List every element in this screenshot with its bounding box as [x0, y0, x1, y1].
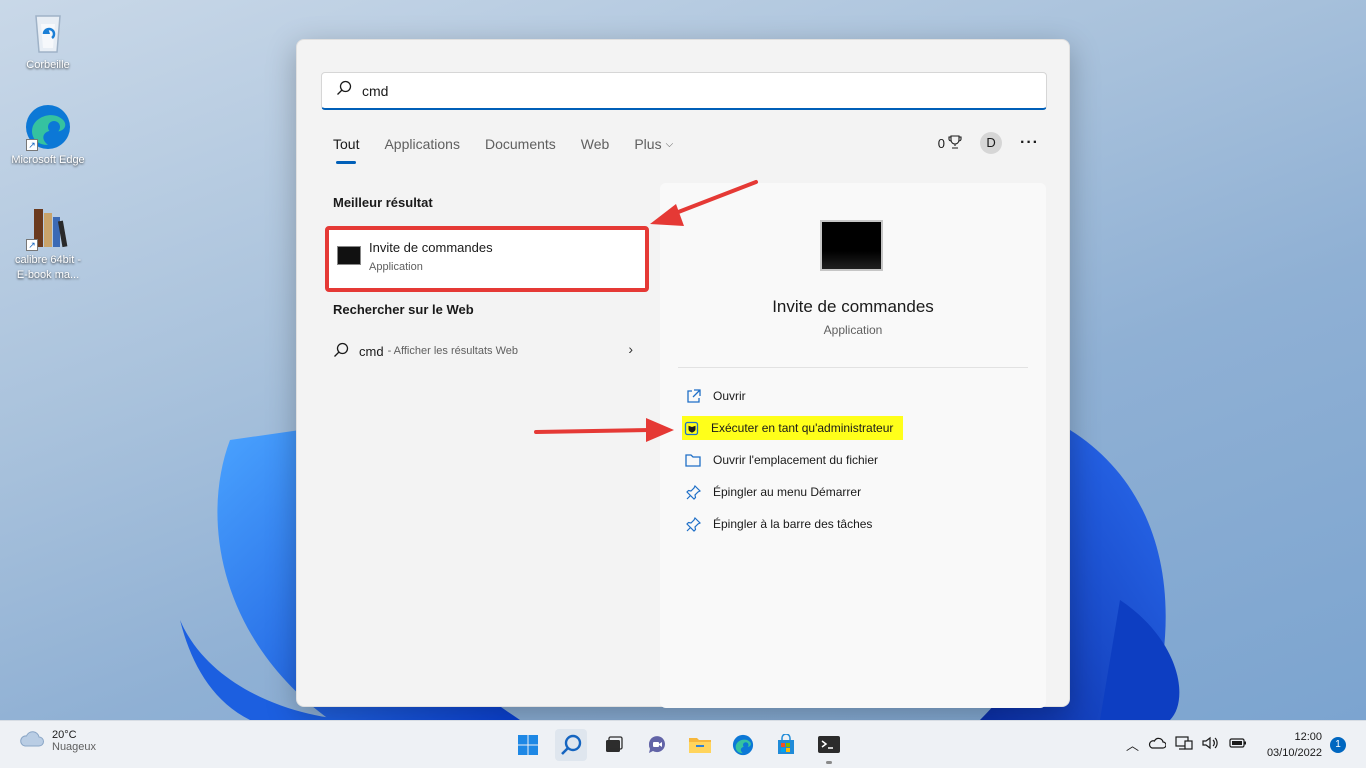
avatar[interactable]: D	[980, 132, 1003, 154]
windows-logo-icon	[518, 735, 538, 755]
action-label: Exécuter en tant qu'administrateur	[711, 421, 894, 435]
search-box[interactable]	[321, 72, 1047, 110]
trophy-icon	[948, 134, 962, 152]
search-icon	[561, 734, 582, 755]
cloud-icon	[18, 730, 44, 753]
folder-icon	[684, 451, 702, 469]
action-pin-to-start[interactable]: Épingler au menu Démarrer	[684, 480, 861, 504]
desktop-icon-label: Corbeille	[26, 59, 70, 71]
search-tabs: Tout Applications Documents Web Plus ⌵	[333, 136, 698, 164]
web-search-result[interactable]: cmd - Afficher les résultats Web ›	[333, 337, 633, 365]
tab-tout[interactable]: Tout	[333, 136, 359, 164]
desktop-icon-label: calibre 64bit -	[14, 254, 82, 266]
tab-web[interactable]: Web	[581, 136, 610, 160]
action-open-file-location[interactable]: Ouvrir l'emplacement du fichier	[684, 448, 878, 472]
volume-icon[interactable]	[1202, 736, 1220, 753]
chevron-down-icon: ⌵	[665, 139, 674, 150]
action-label: Épingler à la barre des tâches	[713, 517, 873, 531]
desktop-icon-label: Microsoft Edge	[11, 154, 85, 166]
start-button[interactable]	[512, 729, 544, 761]
command-prompt-icon	[337, 246, 361, 265]
command-prompt-large-icon	[820, 220, 883, 271]
file-explorer-button[interactable]	[684, 729, 716, 761]
shield-icon	[682, 419, 700, 437]
detail-pane: Invite de commandes Application Ouvrir E…	[660, 183, 1046, 708]
chevron-right-icon: ›	[628, 341, 633, 357]
clock-time: 12:00	[1294, 731, 1322, 743]
search-header-right: 0 D ···	[938, 132, 1039, 154]
chevron-up-icon[interactable]: ︿	[1126, 735, 1139, 754]
action-run-as-admin[interactable]: Exécuter en tant qu'administrateur	[682, 416, 904, 440]
action-label: Ouvrir l'emplacement du fichier	[713, 453, 879, 467]
weather-widget[interactable]: 20°C Nuageux	[18, 729, 96, 753]
edge-icon	[732, 734, 754, 756]
running-indicator	[826, 761, 832, 764]
best-result-heading: Meilleur résultat	[333, 195, 433, 210]
taskbar-apps	[512, 729, 845, 764]
system-tray: ︿	[1126, 735, 1247, 754]
taskbar-search-button[interactable]	[555, 729, 587, 761]
weather-temp: 20°C	[52, 729, 77, 741]
web-result-suffix: - Afficher les résultats Web	[387, 345, 518, 357]
web-search-heading: Rechercher sur le Web	[333, 302, 474, 317]
desktop-icon-recycle-bin[interactable]: Corbeille	[3, 8, 93, 73]
best-result-type: Application	[369, 261, 423, 273]
tab-plus-label: Plus	[634, 136, 662, 152]
desktop-icon-edge[interactable]: ↗ Microsoft Edge	[3, 103, 93, 168]
store-icon	[778, 734, 794, 754]
shortcut-arrow-icon: ↗	[26, 139, 38, 151]
weather-desc: Nuageux	[52, 741, 97, 753]
terminal-button[interactable]	[813, 729, 845, 764]
action-label: Ouvrir	[713, 389, 746, 403]
detail-app-type: Application	[823, 323, 883, 337]
calibre-icon: ↗	[24, 203, 72, 251]
task-view-icon	[606, 736, 623, 752]
store-button[interactable]	[770, 729, 802, 761]
action-open[interactable]: Ouvrir	[684, 384, 746, 408]
action-label: Épingler au menu Démarrer	[713, 485, 862, 499]
chat-icon	[648, 736, 665, 753]
tab-applications[interactable]: Applications	[384, 136, 460, 160]
pin-icon	[684, 483, 702, 501]
taskbar: 20°C Nuageux ︿ 12:00 03/10/2022 1	[0, 720, 1366, 768]
tab-plus[interactable]: Plus ⌵	[634, 136, 673, 160]
onedrive-icon[interactable]	[1148, 737, 1167, 752]
clock[interactable]: 12:00 03/10/2022	[1256, 729, 1322, 761]
teams-chat-button[interactable]	[641, 729, 673, 761]
web-result-query: cmd	[359, 343, 384, 359]
pin-icon	[684, 515, 702, 533]
edge-icon: ↗	[24, 103, 72, 151]
battery-icon[interactable]	[1229, 737, 1247, 752]
rewards-count: 0	[937, 135, 946, 151]
shortcut-arrow-icon: ↗	[26, 239, 38, 251]
search-icon	[333, 342, 349, 361]
tab-documents[interactable]: Documents	[485, 136, 556, 160]
rewards-button[interactable]: 0	[937, 134, 962, 152]
terminal-icon	[818, 736, 840, 753]
action-pin-to-taskbar[interactable]: Épingler à la barre des tâches	[684, 512, 872, 536]
search-input[interactable]	[362, 82, 1022, 99]
notification-badge[interactable]: 1	[1330, 737, 1346, 753]
clock-date: 03/10/2022	[1266, 747, 1322, 759]
folder-icon	[689, 738, 711, 753]
detail-app-name: Invite de commandes	[772, 297, 934, 316]
task-view-button[interactable]	[598, 729, 630, 761]
desktop-icon-calibre[interactable]: ↗ calibre 64bit - E-book ma...	[3, 203, 93, 283]
desktop-icon-label: E-book ma...	[16, 269, 80, 281]
open-icon	[684, 387, 702, 405]
network-icon[interactable]	[1175, 735, 1193, 754]
more-options-button[interactable]: ···	[1020, 134, 1039, 152]
recycle-bin-icon	[24, 8, 72, 56]
best-result-item[interactable]: Invite de commandes Application	[325, 226, 649, 292]
divider	[678, 367, 1028, 368]
edge-taskbar-button[interactable]	[727, 729, 759, 761]
search-icon	[336, 80, 352, 101]
best-result-name: Invite de commandes	[369, 240, 493, 255]
start-search-panel: Tout Applications Documents Web Plus ⌵ 0…	[296, 39, 1070, 708]
